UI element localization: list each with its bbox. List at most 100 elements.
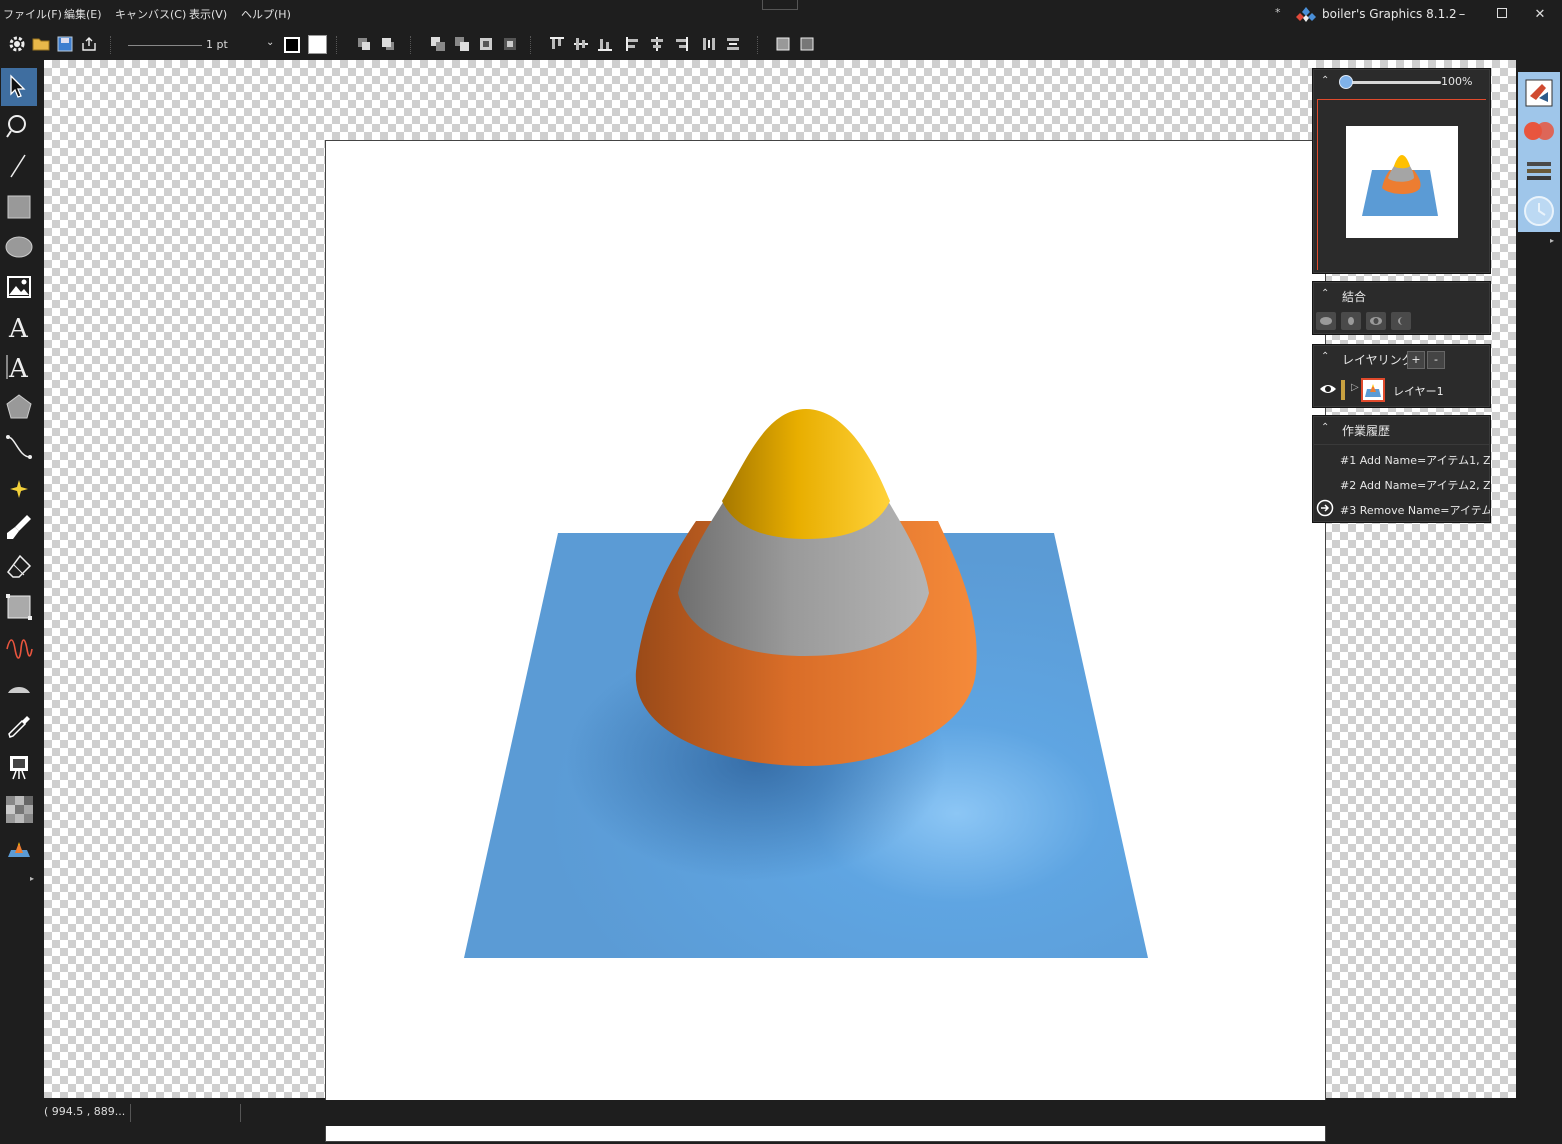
align-right-button[interactable] — [671, 34, 691, 54]
collapse-chevron-icon[interactable]: ⌃ — [1321, 288, 1329, 299]
bring-front-button[interactable] — [354, 34, 374, 54]
bezier-tool-icon — [6, 435, 32, 459]
frame-tool-button[interactable] — [1, 588, 37, 626]
toolbar-drag-grip[interactable] — [762, 0, 798, 10]
menu-help[interactable]: ヘルプ(H) — [241, 6, 291, 22]
same-height-button[interactable] — [797, 34, 817, 54]
zoom-slider-handle[interactable] — [1339, 75, 1353, 89]
collapse-chevron-icon[interactable]: ⌃ — [1321, 351, 1329, 362]
line-tool-button[interactable] — [1, 148, 37, 186]
stroke-width-select[interactable]: 1 pt ⌄ — [122, 34, 278, 56]
settings-button[interactable] — [7, 34, 27, 54]
maximize-button[interactable] — [1484, 4, 1520, 26]
navigator-preview[interactable] — [1317, 99, 1486, 270]
eraser-tool-button[interactable] — [1, 548, 37, 586]
surface-plot-tool-icon — [8, 842, 30, 857]
zoom-slider-track[interactable] — [1345, 81, 1441, 84]
align-bottom-button[interactable] — [595, 34, 615, 54]
navigator-header: ⌃ 100% — [1313, 69, 1490, 95]
align-left-button[interactable] — [623, 34, 643, 54]
distribute-horizontal-button[interactable] — [699, 34, 719, 54]
mosaic-tool-button[interactable] — [1, 790, 37, 828]
group-button[interactable] — [428, 34, 448, 54]
main-toolbar: 1 pt ⌄ — [0, 30, 1562, 60]
palette-overflow-icon[interactable]: ▸ — [30, 874, 34, 883]
layers-panel-icon[interactable] — [1522, 154, 1556, 188]
canvas-page[interactable] — [325, 140, 1326, 1142]
minimize-button[interactable]: – — [1444, 4, 1480, 26]
tray-overflow-icon[interactable]: ▸ — [1550, 236, 1554, 245]
surface-plot-tool-button[interactable] — [1, 830, 37, 868]
align-middle-button[interactable] — [571, 34, 591, 54]
expand-triangle-icon[interactable]: ▷ — [1351, 382, 1359, 393]
history-item[interactable]: #2 Add Name=アイテム2, ZIn — [1313, 471, 1490, 496]
menu-edit[interactable]: 編集(E) — [64, 6, 102, 22]
easel-tool-icon — [10, 756, 28, 780]
open-button[interactable] — [31, 34, 51, 54]
distribute-vertical-button[interactable] — [723, 34, 743, 54]
history-item-label: #2 Add Name=アイテム2, ZIn — [1340, 479, 1490, 492]
menu-canvas[interactable]: キャンバス(C) — [115, 6, 186, 22]
save-icon — [57, 36, 73, 52]
combine-panel-icon[interactable] — [1522, 114, 1556, 148]
wave-tool-button[interactable] — [1, 630, 37, 668]
forward-icon — [480, 38, 492, 50]
union-button[interactable] — [1316, 312, 1336, 330]
toolbar-separator — [110, 36, 113, 54]
canvas-workspace[interactable] — [44, 60, 1516, 1142]
align-center-icon — [651, 37, 663, 51]
send-back-button[interactable] — [378, 34, 398, 54]
rectangle-tool-button[interactable] — [1, 188, 37, 226]
fill-color-swatch[interactable] — [308, 35, 327, 54]
star-tool-button[interactable] — [1, 470, 37, 508]
stroke-preview — [128, 45, 202, 46]
collapse-chevron-icon[interactable]: ⌃ — [1321, 422, 1329, 433]
close-button[interactable]: ✕ — [1522, 4, 1558, 26]
ellipse-tool-button[interactable] — [1, 228, 37, 266]
history-item-current[interactable]: #3 Remove Name=アイテム2, — [1313, 496, 1490, 521]
menu-view[interactable]: 表示(V) — [189, 6, 227, 22]
collapse-chevron-icon[interactable]: ⌃ — [1321, 75, 1329, 86]
layer-row[interactable]: ▷ レイヤー1 — [1315, 377, 1487, 403]
image-tool-button[interactable] — [1, 268, 37, 306]
easel-tool-button[interactable] — [1, 748, 37, 786]
rectangle-tool-icon — [7, 195, 31, 219]
star-tool-icon — [10, 480, 28, 498]
intersect-icon — [1348, 317, 1354, 325]
svg-text:A: A — [8, 314, 29, 341]
same-width-button[interactable] — [773, 34, 793, 54]
menu-file[interactable]: ファイル(F) — [3, 6, 62, 22]
surface-plot-image[interactable] — [326, 141, 1325, 1141]
arc-tool-button[interactable] — [1, 668, 37, 706]
remove-layer-button[interactable]: - — [1427, 351, 1445, 369]
bezier-tool-button[interactable] — [1, 428, 37, 466]
save-button[interactable] — [55, 34, 75, 54]
exclude-button[interactable] — [1366, 312, 1386, 330]
polygon-tool-button[interactable] — [1, 388, 37, 426]
add-layer-button[interactable]: + — [1407, 351, 1425, 369]
plot-band-gold — [722, 409, 890, 539]
layer-thumbnail — [1361, 378, 1385, 402]
intersect-button[interactable] — [1341, 312, 1361, 330]
eye-icon[interactable] — [1319, 383, 1337, 398]
ungroup-button[interactable] — [452, 34, 472, 54]
history-panel-icon[interactable] — [1522, 194, 1556, 228]
text-frame-tool-button[interactable]: A — [1, 348, 37, 386]
history-item[interactable]: #1 Add Name=アイテム1, ZIn — [1313, 446, 1490, 471]
subtract-button[interactable] — [1391, 312, 1411, 330]
text-tool-button[interactable]: A — [1, 308, 37, 346]
distribute-horizontal-icon — [703, 38, 715, 50]
combine-title: 結合 — [1342, 290, 1367, 304]
brush-tool-button[interactable] — [1, 508, 37, 546]
select-arrow-button[interactable] — [1, 68, 37, 106]
stroke-color-swatch[interactable] — [284, 37, 300, 53]
backward-button[interactable] — [500, 34, 520, 54]
export-button[interactable] — [79, 34, 99, 54]
forward-button[interactable] — [476, 34, 496, 54]
toolbar-separator — [410, 36, 413, 54]
eyedropper-tool-button[interactable] — [1, 708, 37, 746]
align-top-button[interactable] — [547, 34, 567, 54]
zoom-lens-button[interactable] — [1, 108, 37, 146]
align-center-button[interactable] — [647, 34, 667, 54]
navigator-panel-icon[interactable] — [1522, 76, 1556, 110]
